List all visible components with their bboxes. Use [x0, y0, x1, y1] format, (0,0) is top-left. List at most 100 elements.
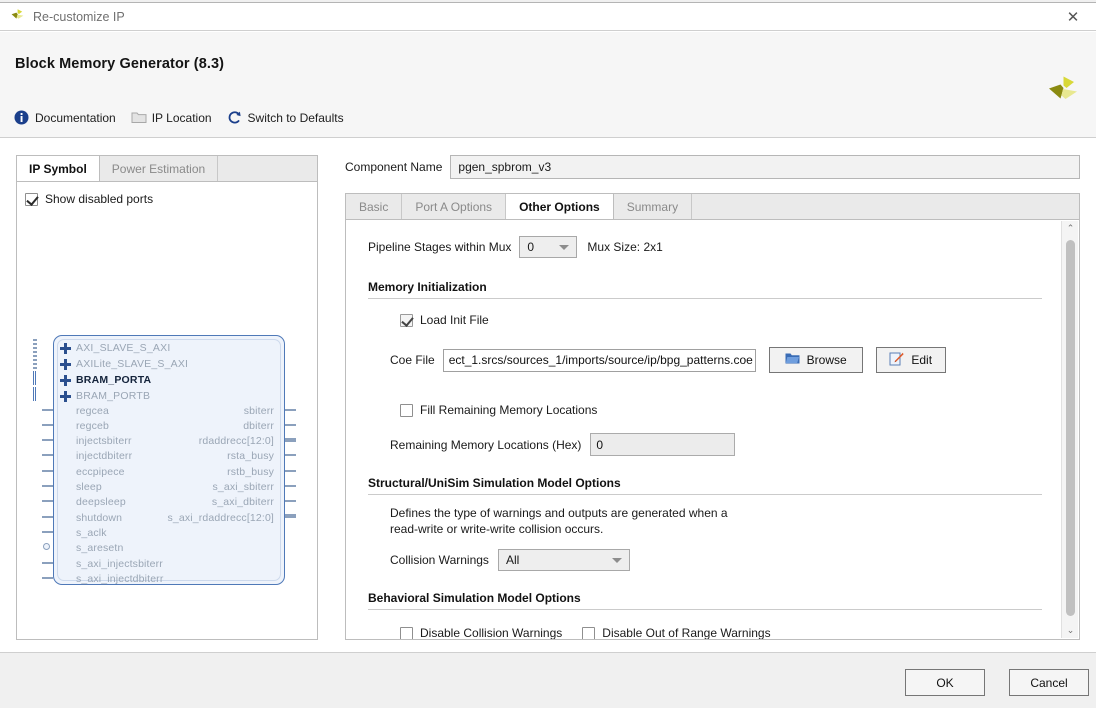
edit-button[interactable]: Edit [875, 347, 946, 373]
component-name-value: pgen_spbrom_v3 [458, 160, 552, 174]
component-name-input[interactable]: pgen_spbrom_v3 [450, 155, 1080, 179]
load-init-file-checkbox[interactable]: Load Init File [400, 313, 1057, 327]
folder-open-icon [785, 352, 800, 368]
dialog-content: IP Symbol Power Estimation Show disabled… [0, 139, 1096, 652]
structural-sim-description: Defines the type of warnings and outputs… [390, 505, 1057, 537]
remaining-locations-input[interactable]: 0 [590, 433, 736, 456]
disable-out-of-range-warnings-label: Disable Out of Range Warnings [602, 626, 771, 640]
tab-ip-symbol[interactable]: IP Symbol [17, 156, 100, 181]
memory-initialization-section: Memory Initialization [368, 280, 1057, 299]
coe-file-value: ect_1.srcs/sources_1/imports/source/ip/b… [448, 353, 753, 367]
tab-port-a-options-label: Port A Options [415, 199, 493, 214]
pin-shutdown: shutdown [76, 512, 122, 524]
bus-row-bram-portb: BRAM_PORTB [60, 390, 150, 402]
pipeline-stages-row: Pipeline Stages within Mux 0 Mux Size: 2… [368, 236, 1057, 258]
pin-s-axi-sbiterr: s_axi_sbiterr [213, 481, 274, 493]
pin-stub [42, 562, 53, 564]
behavioral-sim-section: Behavioral Simulation Model Options [368, 591, 1057, 610]
window-title: Re-customize IP [33, 9, 125, 24]
options-tabbar: Basic Port A Options Other Options Summa… [345, 193, 1080, 219]
other-options-pane: Pipeline Stages within Mux 0 Mux Size: 2… [345, 219, 1080, 640]
switch-to-defaults-label: Switch to Defaults [247, 110, 344, 125]
pin-deepsleep: deepsleep [76, 496, 126, 508]
structural-sim-section: Structural/UniSim Simulation Model Optio… [368, 476, 1057, 495]
pin-label: eccpipece [76, 466, 125, 478]
expand-plus-icon[interactable] [60, 358, 71, 370]
tab-power-estimation[interactable]: Power Estimation [99, 156, 219, 181]
header-toolbar: Documentation IP Location Switch to Defa… [8, 108, 353, 127]
other-options-content: Pipeline Stages within Mux 0 Mux Size: 2… [346, 220, 1057, 639]
chevron-up-icon[interactable]: ⌃ [1062, 221, 1079, 236]
browse-button[interactable]: Browse [768, 347, 863, 373]
bus-label: BRAM_PORTA [76, 374, 152, 386]
tab-other-options[interactable]: Other Options [506, 194, 614, 219]
ip-location-button[interactable]: IP Location [125, 108, 221, 127]
scrollbar-thumb[interactable] [1066, 240, 1075, 616]
symbol-block: AXI_SLAVE_S_AXI AXILite_SLAVE_S_AXI BRAM… [53, 335, 285, 585]
pin-stub [42, 424, 53, 426]
pin-label: shutdown [76, 512, 123, 524]
pin-label: regcea [76, 405, 110, 417]
behavioral-checkbox-row: Disable Collision Warnings Disable Out o… [400, 626, 1057, 640]
cancel-label: Cancel [1030, 675, 1068, 690]
pipeline-stages-select[interactable]: 0 [519, 236, 578, 258]
close-icon[interactable]: ✕ [1056, 6, 1090, 28]
cancel-button[interactable]: Cancel [1009, 669, 1089, 696]
switch-to-defaults-button[interactable]: Switch to Defaults [221, 108, 353, 127]
expand-plus-icon[interactable] [60, 342, 71, 354]
pin-injectsbiterr: injectsbiterr [76, 435, 132, 447]
section-divider [368, 494, 1042, 495]
section-divider [368, 298, 1042, 299]
checkbox-box [25, 192, 38, 206]
disable-collision-warnings-label: Disable Collision Warnings [420, 626, 563, 640]
pin-stub [42, 485, 53, 487]
checkbox-box[interactable] [400, 626, 413, 639]
remaining-locations-label: Remaining Memory Locations (Hex) [390, 437, 582, 452]
checkbox-box[interactable] [582, 626, 596, 639]
pin-label: rdaddrecc[12:0] [198, 435, 274, 447]
left-panel-tabbar: IP Symbol Power Estimation [16, 155, 318, 181]
pin-injectdbiterr: injectdbiterr [76, 450, 132, 462]
pin-regceb: regceb [76, 420, 109, 432]
bus-row-axilite-slave: AXILite_SLAVE_S_AXI [60, 358, 188, 370]
pin-sleep: sleep [76, 481, 102, 493]
pin-stub [285, 409, 296, 411]
page-title: Block Memory Generator (8.3) [15, 56, 225, 72]
bus-pin-stub [285, 438, 296, 442]
bus-row-bram-porta: BRAM_PORTA [60, 374, 151, 386]
browse-label: Browse [806, 353, 847, 367]
tab-summary[interactable]: Summary [613, 194, 693, 219]
pin-s-axi-injectdbiterr: s_axi_injectdbiterr [76, 573, 163, 585]
expand-plus-icon[interactable] [60, 374, 71, 386]
pin-label: dbiterr [243, 420, 274, 432]
xilinx-logo-icon [1046, 74, 1080, 111]
expand-plus-icon[interactable] [60, 390, 71, 402]
pin-stub [42, 409, 53, 411]
vertical-scrollbar[interactable]: ⌃ ⌄ [1061, 221, 1078, 638]
documentation-button[interactable]: Documentation [8, 108, 125, 127]
pin-label: sbiterr [243, 405, 274, 417]
bus-stub-bram-portb [33, 387, 37, 401]
collision-warnings-select[interactable]: All [497, 549, 630, 571]
pin-label: deepsleep [76, 496, 126, 508]
checkbox-box [400, 403, 413, 417]
ok-label: OK [936, 675, 954, 690]
remaining-locations-value: 0 [596, 437, 604, 452]
tab-basic[interactable]: Basic [346, 194, 403, 219]
ok-button[interactable]: OK [905, 669, 985, 696]
pin-s-aresetn: s_aresetn [76, 542, 123, 554]
pin-label: sleep [76, 481, 102, 493]
bus-stub-axilite-slave [33, 355, 37, 369]
pin-stub [42, 577, 53, 579]
fill-remaining-checkbox[interactable]: Fill Remaining Memory Locations [400, 403, 1057, 417]
tabbar-filler [218, 156, 317, 181]
dialog-header: Block Memory Generator (8.3) Documentati… [0, 32, 1096, 138]
bus-label: BRAM_PORTB [76, 390, 151, 402]
pencil-page-icon [889, 352, 904, 369]
coe-file-input[interactable]: ect_1.srcs/sources_1/imports/source/ip/b… [442, 348, 756, 372]
ip-symbol-panel: IP Symbol Power Estimation Show disabled… [16, 155, 318, 640]
chevron-down-icon[interactable]: ⌄ [1062, 623, 1079, 638]
tab-port-a-options[interactable]: Port A Options [402, 194, 507, 219]
pin-stub [42, 500, 53, 502]
show-disabled-ports-checkbox[interactable]: Show disabled ports [25, 192, 153, 206]
